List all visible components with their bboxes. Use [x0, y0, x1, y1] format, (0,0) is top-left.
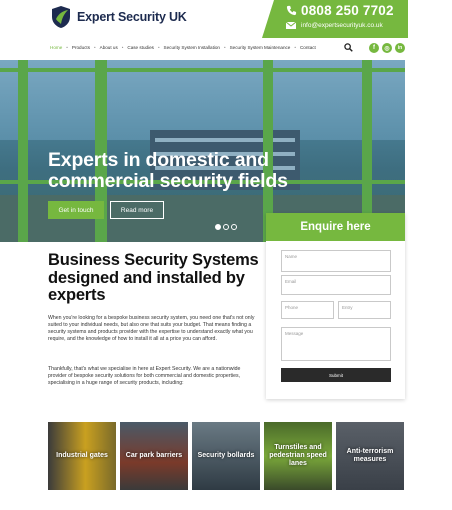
mail-icon	[286, 22, 296, 29]
facebook-icon[interactable]: f	[369, 43, 379, 53]
hero-sky	[0, 60, 405, 140]
nav-item-products[interactable]: Products	[72, 45, 90, 50]
nav-item-installation[interactable]: Security System Installation	[164, 45, 220, 50]
brand-name: Expert Security UK	[77, 10, 187, 24]
contact-box: 0808 250 7702 info@expertsecurityuk.co.u…	[262, 0, 408, 38]
name-field[interactable]: Name	[281, 250, 391, 272]
site-header: Expert Security UK 0808 250 7702 info@ex…	[0, 0, 452, 40]
fence-post	[18, 60, 28, 242]
nav-item-case-studies[interactable]: Case studies	[127, 45, 154, 50]
shield-logo-icon	[52, 6, 70, 28]
slider-dot[interactable]	[223, 224, 229, 230]
tile-turnstiles[interactable]: Turnstiles and pedestrian speed lanes	[264, 422, 332, 490]
nav-separator: •	[121, 45, 124, 50]
intro-paragraph: When you're looking for a bespoke busine…	[48, 315, 255, 342]
slider-dot[interactable]	[215, 224, 221, 230]
intro-paragraph-2: Thankfully, that's what we specialise in…	[48, 366, 241, 386]
email-address: info@expertsecurityuk.co.uk	[301, 22, 383, 29]
tile-label: Turnstiles and pedestrian speed lanes	[269, 444, 327, 467]
tile-anti-terrorism[interactable]: Anti-terrorism measures	[336, 422, 404, 490]
enquiry-form: Enquire here Name Email Phone Entry Mess…	[266, 213, 405, 399]
phone-field[interactable]: Phone	[281, 301, 334, 319]
building-windows	[155, 138, 295, 142]
tile-label: Industrial gates	[56, 452, 108, 459]
nav-item-about[interactable]: About us	[100, 45, 118, 50]
get-in-touch-button[interactable]: Get in touch	[48, 201, 104, 219]
entry-field[interactable]: Entry	[338, 301, 391, 319]
tile-label: Car park barriers	[125, 452, 183, 459]
phone-icon	[286, 5, 297, 16]
slider-dots	[215, 224, 239, 230]
nav-separator: •	[223, 45, 226, 50]
message-field[interactable]: Message	[281, 327, 391, 361]
nav-items: Home • Products • About us • Case studie…	[50, 45, 320, 50]
nav-separator: •	[66, 45, 68, 50]
nav-item-contact[interactable]: Contact	[300, 45, 316, 50]
tile-industrial-gates[interactable]: Industrial gates	[48, 422, 116, 490]
tile-car-park-barriers[interactable]: Car park barriers	[120, 422, 188, 490]
search-icon[interactable]	[344, 43, 353, 52]
read-more-button[interactable]: Read more	[110, 201, 164, 219]
submit-button[interactable]: Submit	[281, 368, 391, 382]
enquiry-title: Enquire here	[266, 213, 405, 241]
nav-item-maintenance[interactable]: Security System Maintenance	[230, 45, 291, 50]
linkedin-icon[interactable]: in	[395, 43, 405, 53]
phone-row[interactable]: 0808 250 7702	[286, 3, 394, 18]
tile-label: Security bollards	[197, 452, 255, 459]
page-heading: Business Security Systems designed and i…	[48, 251, 259, 304]
nav-separator: •	[294, 45, 296, 50]
tile-label: Anti-terrorism measures	[346, 448, 394, 463]
instagram-icon[interactable]: ◎	[382, 43, 392, 53]
hero-title: Experts in domestic and commercial secur…	[48, 149, 288, 192]
email-field[interactable]: Email	[281, 275, 391, 295]
logo[interactable]: Expert Security UK	[50, 5, 187, 29]
nav-separator: •	[157, 45, 160, 50]
nav-separator: •	[94, 45, 96, 50]
email-row[interactable]: info@expertsecurityuk.co.uk	[286, 22, 383, 29]
fence-rail	[0, 68, 405, 72]
slider-dot[interactable]	[231, 224, 237, 230]
nav-item-home[interactable]: Home	[50, 45, 62, 50]
tile-security-bollards[interactable]: Security bollards	[192, 422, 260, 490]
phone-number: 0808 250 7702	[301, 3, 394, 18]
